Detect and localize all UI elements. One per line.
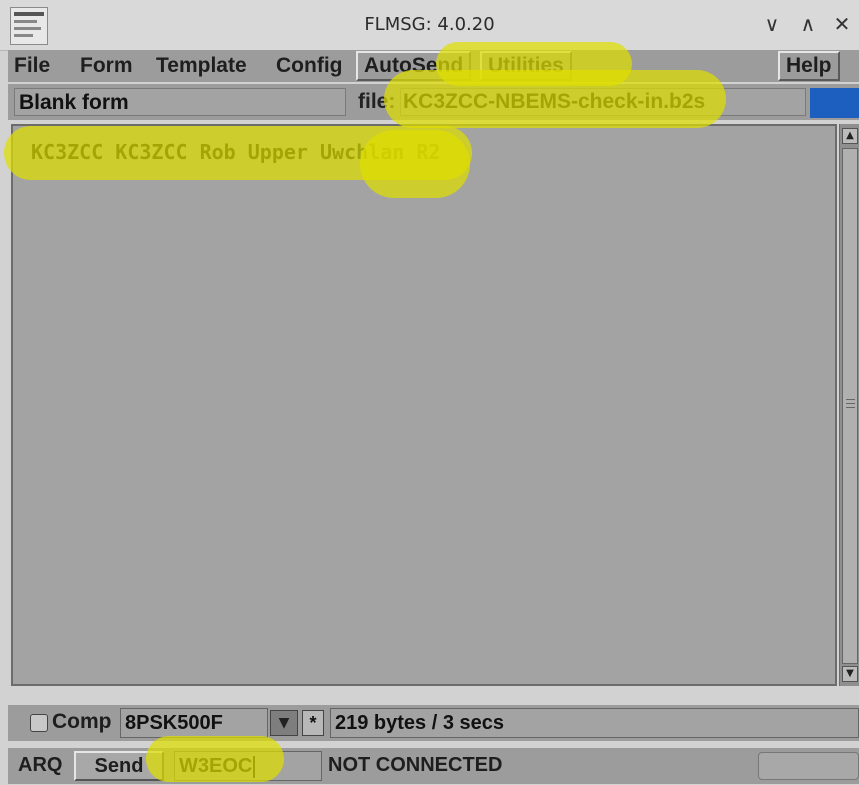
menu-bar: File Form Template Config AutoSend Utili… <box>8 50 859 82</box>
callsign-input[interactable]: W3EOC <box>174 751 322 781</box>
menu-help[interactable]: Help <box>778 51 840 81</box>
transfer-info: 219 bytes / 3 secs <box>330 708 859 738</box>
menu-autosend[interactable]: AutoSend <box>356 51 472 81</box>
form-bar: Blank form file: KC3ZCC-NBEMS-check-in.b… <box>8 84 859 120</box>
close-icon[interactable]: ✕ <box>830 10 854 38</box>
status-bar: Comp 8PSK500F ▼ * 219 bytes / 3 secs <box>8 705 859 741</box>
star-button[interactable]: * <box>302 710 324 736</box>
file-name-field: KC3ZCC-NBEMS-check-in.b2s <box>400 88 806 116</box>
scroll-down-icon[interactable]: ▼ <box>842 666 858 682</box>
menu-utilities[interactable]: Utilities <box>480 51 572 81</box>
callsign-value: W3EOC <box>179 755 253 777</box>
editor-scrollbar[interactable]: ▲ ▼ <box>839 124 859 686</box>
menu-form[interactable]: Form <box>80 53 133 79</box>
file-label: file: <box>358 90 396 113</box>
connection-status: NOT CONNECTED <box>328 754 503 776</box>
arq-indicator <box>758 752 859 780</box>
menu-config[interactable]: Config <box>276 53 342 79</box>
message-editor[interactable]: KC3ZCC KC3ZCC Rob Upper Uwchlan R2 <box>11 124 837 686</box>
window-title: FLMSG: 4.0.20 <box>364 14 495 35</box>
chevron-down-icon[interactable]: ▼ <box>270 710 298 736</box>
minimize-icon[interactable]: ∨ <box>760 10 784 38</box>
scroll-up-icon[interactable]: ▲ <box>842 128 858 144</box>
text-caret <box>253 755 256 778</box>
menu-template[interactable]: Template <box>156 53 247 79</box>
accent-block <box>810 88 859 118</box>
maximize-icon[interactable]: ∧ <box>796 10 820 38</box>
arq-bar: ARQ Send W3EOC NOT CONNECTED <box>8 748 859 784</box>
scroll-thumb[interactable] <box>842 148 858 664</box>
menu-file[interactable]: File <box>14 53 50 79</box>
arq-label: ARQ <box>18 754 63 776</box>
comp-checkbox[interactable] <box>30 714 48 732</box>
mode-select[interactable]: 8PSK500F <box>120 708 268 738</box>
send-button[interactable]: Send <box>74 751 164 781</box>
title-bar: FLMSG: 4.0.20 ∨ ∧ ✕ <box>0 0 859 51</box>
comp-label: Comp <box>52 710 112 733</box>
editor-text[interactable]: KC3ZCC KC3ZCC Rob Upper Uwchlan R2 <box>31 140 440 164</box>
form-name-field: Blank form <box>14 88 346 116</box>
